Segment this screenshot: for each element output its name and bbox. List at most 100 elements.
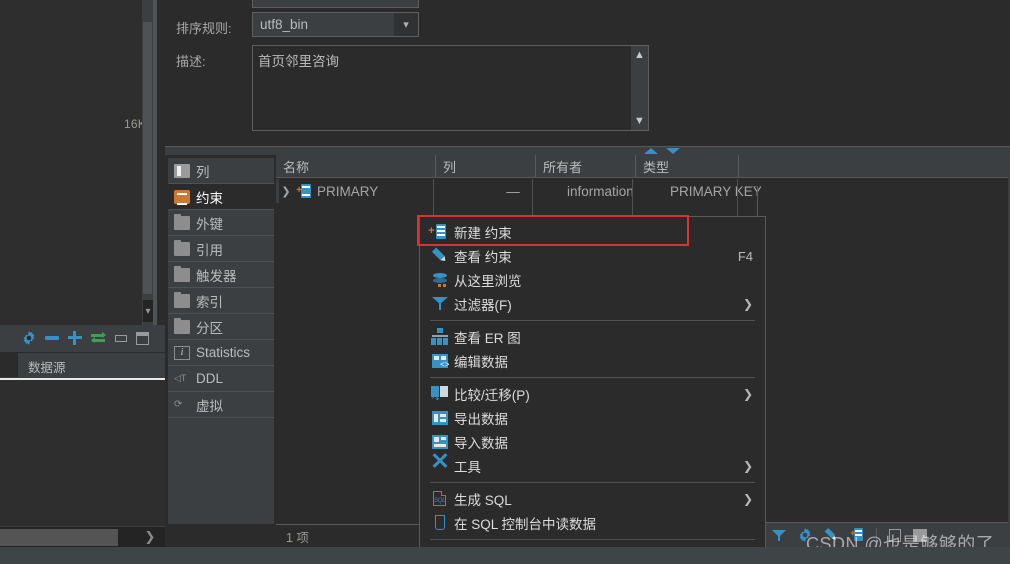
grid-header-row[interactable]: 名称 列 所有者 类型 (276, 155, 1010, 178)
sidebar-item-8[interactable]: ◁T DDL (168, 366, 274, 392)
left-chart-panel: 16K (0, 0, 152, 325)
menu-separator (430, 482, 755, 483)
collation-combobox[interactable]: utf8_bin ▾ (252, 12, 419, 37)
grid-column-header-3[interactable]: 类型 (636, 155, 739, 177)
sidebar-item-7[interactable]: i Statistics (168, 340, 274, 366)
menu-item-3[interactable]: 过滤器(F) ❯ (420, 292, 765, 316)
menu-item-11[interactable]: 工具 ❯ (420, 453, 765, 478)
chevron-up-icon[interactable]: ▲ (631, 46, 648, 64)
minimize-icon[interactable] (115, 334, 127, 342)
description-label: 描述: (176, 54, 206, 69)
grid-column-header-2[interactable]: 所有者 (536, 155, 636, 177)
menu-item-label: 在 SQL 控制台中读数据 (454, 517, 597, 532)
sidebar-item-9[interactable]: ⟳ 虚拟 (168, 392, 274, 418)
grid-column-header-label: 所有者 (543, 159, 583, 175)
menu-item-label: 导出数据 (454, 412, 508, 427)
chevron-right-icon[interactable]: ❯ (743, 297, 765, 311)
migrate-icon: ↷ (428, 385, 450, 404)
sidebar-item-3[interactable]: 引用 (168, 236, 274, 262)
row-type: PRIMARY KEY (670, 183, 762, 199)
sidebar-item-label: Statistics (196, 345, 251, 360)
row-owner: information (567, 183, 634, 199)
sidebar-item-label: 约束 (196, 190, 223, 206)
sidebar-item-5[interactable]: 索引 (168, 288, 274, 314)
filter-icon[interactable] (772, 528, 786, 542)
sidebar-item-label: 虚拟 (196, 398, 223, 414)
datasource-toolbar (0, 325, 165, 351)
sync-arrows-icon[interactable] (91, 332, 106, 344)
name-field-stub (252, 0, 419, 8)
console-icon (428, 514, 450, 532)
sidebar-item-1[interactable]: 约束 (168, 184, 274, 210)
description-value: 首页邻里咨询 (258, 54, 339, 69)
new-constraint-icon: + (428, 223, 450, 241)
triangle-down-icon[interactable] (666, 148, 680, 154)
menu-item-label: 查看 ER 图 (454, 331, 521, 346)
app-window: 16K ▾ 数据源 ❯ 排序规则: utf8_bin ▾ 描述: 首页邻里咨询 … (0, 0, 1010, 564)
chevron-right-icon[interactable]: ❯ (276, 185, 296, 198)
chevron-down-icon[interactable]: ▼ (631, 112, 648, 130)
folder-icon (174, 291, 190, 308)
menu-separator (430, 539, 755, 540)
chevron-right-icon[interactable]: ❯ (743, 459, 765, 473)
sidebar-item-6[interactable]: 分区 (168, 314, 274, 340)
menu-item-1[interactable]: 查看 约束 F4 (420, 244, 765, 268)
menu-item-10[interactable]: 导入数据 (420, 430, 765, 454)
datasource-tree-body[interactable] (0, 378, 165, 526)
menu-item-label: 比较/迁移(P) (454, 388, 530, 403)
object-category-sidebar[interactable]: 列约束外键 引用 触发器 索引分区 i Statistics ◁T DDL ⟳ 虚拟 (168, 158, 274, 524)
menu-item-2[interactable]: 从这里浏览 (420, 268, 765, 292)
horizontal-splitter[interactable] (165, 146, 1010, 155)
menu-item-14[interactable]: 在 SQL 控制台中读数据 (420, 511, 765, 535)
sidebar-item-4[interactable]: 触发器 (168, 262, 274, 288)
maximize-icon[interactable] (136, 331, 149, 345)
table-row[interactable]: ❯ + PRIMARY — information PRIMARY KEY (276, 179, 1010, 203)
menu-item-label: 编辑数据 (454, 355, 508, 370)
row-count-label: 1 项 (286, 531, 309, 545)
add-icon[interactable] (68, 331, 82, 345)
collation-value: utf8_bin (260, 17, 309, 32)
menu-item-label: 导入数据 (454, 436, 508, 451)
triangle-up-icon[interactable] (644, 148, 658, 154)
grid-column-header-label: 类型 (643, 159, 670, 175)
menu-item-label: 生成 SQL (454, 493, 512, 508)
collation-label: 排序规则: (176, 21, 232, 36)
menu-item-5[interactable]: 查看 ER 图 (420, 325, 765, 349)
chevron-right-icon[interactable]: ❯ (743, 387, 765, 401)
panel-gap (157, 0, 165, 325)
sql-icon: SQL (428, 490, 450, 508)
sidebar-item-2[interactable]: 外键 (168, 210, 274, 236)
filter-icon (428, 295, 450, 313)
grid-column-header-4[interactable] (739, 155, 1010, 177)
chevron-right-icon[interactable]: ❯ (743, 492, 765, 506)
folder-icon (174, 317, 190, 334)
description-textarea[interactable]: 首页邻里咨询 ▲ ▼ (252, 45, 649, 131)
sidebar-item-label: 列 (196, 164, 210, 180)
chevron-down-icon[interactable]: ▾ (143, 300, 153, 322)
chevron-down-icon[interactable]: ▾ (394, 13, 418, 36)
sidebar-item-0[interactable]: 列 (168, 158, 274, 184)
ddl-icon: ◁T (174, 373, 187, 383)
import-data-icon (428, 433, 450, 451)
menu-item-8[interactable]: ↷ 比较/迁移(P) ❯ (420, 382, 765, 406)
minus-icon[interactable] (45, 336, 59, 340)
settings-gear-icon[interactable] (22, 331, 36, 345)
menu-item-6[interactable]: <> 编辑数据 (420, 349, 765, 373)
description-scrollbar[interactable]: ▲ ▼ (631, 46, 648, 130)
tools-icon (428, 453, 450, 475)
edit-data-icon: <> (428, 352, 450, 370)
menu-item-13[interactable]: SQL 生成 SQL ❯ (420, 487, 765, 511)
rail-tick (750, 186, 757, 187)
virtual-icon: ⟳ (174, 399, 183, 410)
grid-column-header-1[interactable]: 列 (436, 155, 536, 177)
menu-item-9[interactable]: 导出数据 (420, 406, 765, 430)
export-data-icon (428, 409, 450, 427)
context-menu[interactable]: + 新建 约束 查看 约束 F4 从这里浏览 过滤器(F) ❯ 查看 ER 图 <> 编辑数据 ↷ 比… (419, 216, 766, 564)
menu-item-0[interactable]: + 新建 约束 (420, 220, 765, 244)
left-panel-vertical-scrollbar-thumb[interactable] (143, 22, 152, 294)
grid-column-header-0[interactable]: 名称 (276, 155, 436, 177)
chevron-right-icon[interactable]: ❯ (135, 527, 165, 547)
sidebar-item-label: 分区 (196, 320, 223, 336)
primary-key-icon: + (296, 184, 311, 198)
datasource-horizontal-scrollbar-thumb[interactable] (0, 529, 118, 546)
